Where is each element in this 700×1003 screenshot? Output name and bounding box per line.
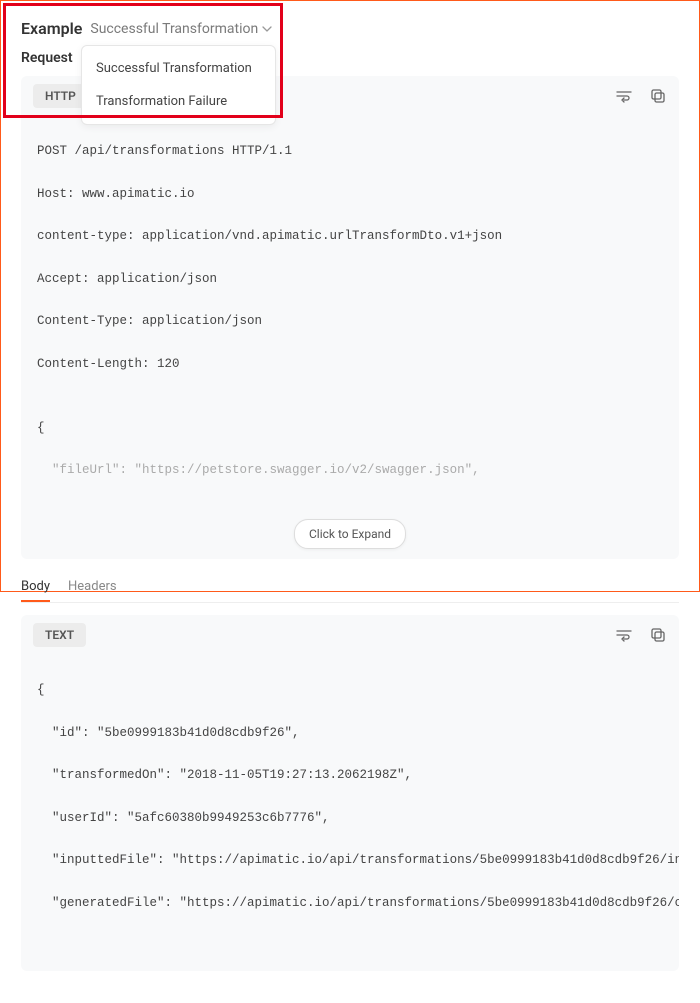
response-tabs: Body Headers	[21, 573, 679, 603]
dropdown-item[interactable]: Successful Transformation	[82, 52, 275, 85]
response-toolbar: TEXT	[21, 615, 679, 651]
chevron-down-icon	[262, 26, 272, 32]
example-header: Example Successful Transformation	[21, 19, 679, 38]
request-lang-tab[interactable]: HTTP	[33, 84, 88, 108]
code-line: content-type: application/vnd.apimatic.u…	[37, 226, 663, 247]
expand-button[interactable]: Click to Expand	[294, 519, 406, 549]
selected-example-text: Successful Transformation	[90, 21, 258, 37]
code-line: {	[37, 680, 663, 701]
code-line: "transformedOn": "2018-11-05T19:27:13.20…	[37, 765, 663, 786]
code-line: Host: www.apimatic.io	[37, 184, 663, 205]
request-toolbar-icons	[615, 87, 667, 105]
copy-icon[interactable]	[649, 87, 667, 105]
wrap-icon[interactable]	[615, 626, 633, 644]
code-line: "inputtedFile": "https://apimatic.io/api…	[37, 850, 663, 871]
code-line: Content-Length: 120	[37, 354, 663, 375]
example-dropdown-menu: Successful Transformation Transformation…	[81, 45, 276, 125]
dropdown-item[interactable]: Transformation Failure	[82, 85, 275, 118]
code-line: Content-Type: application/json	[37, 311, 663, 332]
wrap-icon[interactable]	[615, 87, 633, 105]
request-code-block: HTTP POST /api/transformations HTTP/1.1 …	[21, 76, 679, 559]
request-code-content: POST /api/transformations HTTP/1.1 Host:…	[21, 112, 679, 559]
response-code-block: TEXT { "id": "5be0999183b41d0d8cdb9f26",…	[21, 615, 679, 971]
code-line: Accept: application/json	[37, 269, 663, 290]
example-dropdown-toggle[interactable]: Successful Transformation	[90, 21, 272, 37]
code-line: "userId": "5afc60380b9949253c6b7776",	[37, 808, 663, 829]
response-code-content: { "id": "5be0999183b41d0d8cdb9f26", "tra…	[21, 651, 679, 971]
tab-body[interactable]: Body	[21, 573, 50, 602]
example-label: Example	[21, 19, 82, 38]
response-lang-tab[interactable]: TEXT	[33, 623, 86, 647]
code-line: POST /api/transformations HTTP/1.1	[37, 141, 663, 162]
tab-headers[interactable]: Headers	[68, 573, 117, 602]
code-line: {	[37, 418, 663, 439]
copy-icon[interactable]	[649, 626, 667, 644]
api-example-panel: Example Successful Transformation Reques…	[1, 1, 699, 1003]
response-toolbar-icons	[615, 626, 667, 644]
code-line: "id": "5be0999183b41d0d8cdb9f26",	[37, 723, 663, 744]
code-line: "generatedFile": "https://apimatic.io/ap…	[37, 893, 663, 914]
code-line-faded: "fileUrl": "https://petstore.swagger.io/…	[37, 460, 663, 481]
